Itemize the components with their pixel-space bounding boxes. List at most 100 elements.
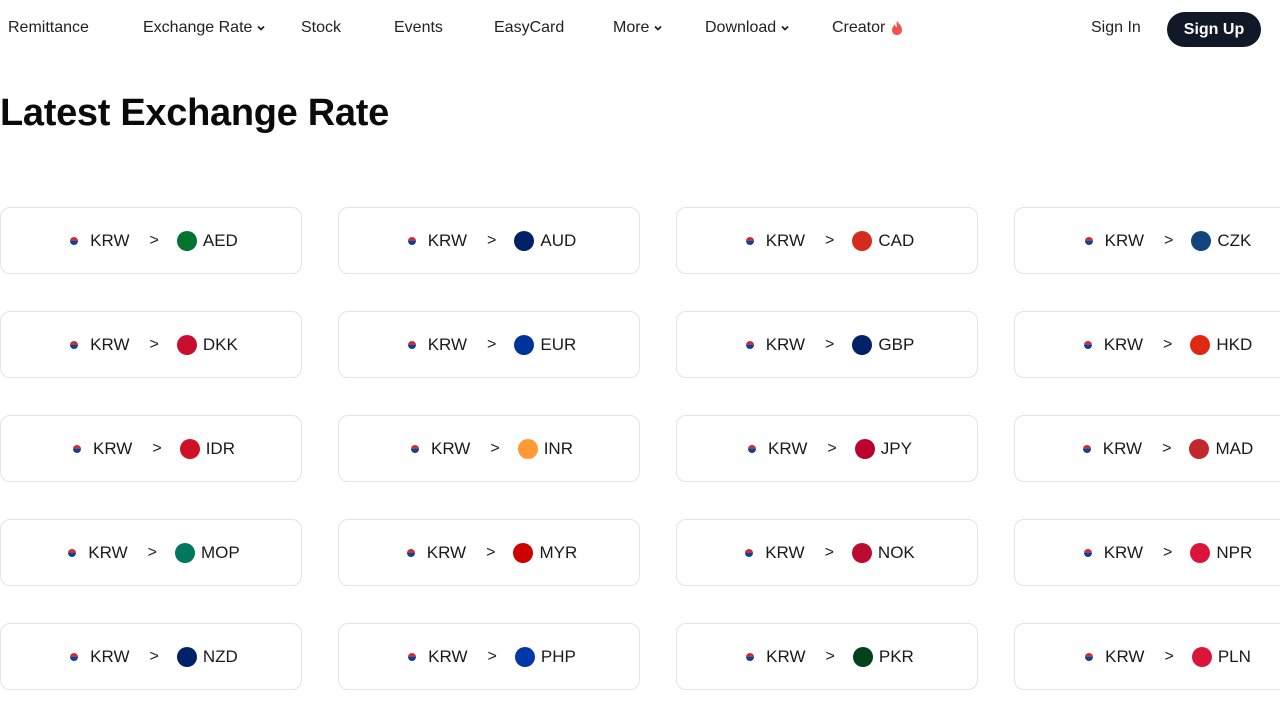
idr-flag-icon (179, 438, 200, 459)
arrow-icon: > (825, 231, 835, 249)
nav-remittance[interactable]: Remittance (8, 19, 89, 37)
currency-pair: KRW > NOK (739, 542, 915, 563)
currency-pair-card[interactable]: KRW > CZK (1014, 207, 1280, 274)
nav-events[interactable]: Events (394, 19, 443, 37)
nav-stock-label: Stock (301, 19, 342, 36)
target-currency-label: HKD (1216, 334, 1253, 354)
sign-up-button[interactable]: Sign Up (1167, 12, 1261, 47)
pkr-flag-icon (852, 646, 873, 667)
target-currency-label: CAD (878, 230, 915, 250)
base-currency-label: KRW (765, 334, 806, 354)
currency-pair-card[interactable]: KRW > MYR (338, 519, 640, 586)
currency-pair-card[interactable]: KRW > JPY (676, 415, 978, 482)
currency-pair: KRW > PHP (402, 646, 576, 667)
pln-flag-icon (1191, 646, 1212, 667)
nav-exchange-rate-label: Exchange Rate (143, 19, 253, 36)
mad-flag-icon (1189, 438, 1210, 459)
arrow-icon: > (149, 647, 159, 665)
base-currency-label: KRW (765, 542, 805, 562)
korea-flag-icon (400, 542, 421, 563)
korea-flag-icon (742, 438, 763, 459)
korea-flag-icon (1077, 542, 1098, 563)
korea-flag-icon (1078, 230, 1099, 251)
base-currency-label: KRW (1103, 542, 1144, 562)
arrow-icon: > (1162, 439, 1172, 457)
npr-flag-icon (1190, 542, 1211, 563)
arrow-icon: > (487, 647, 497, 665)
target-currency-label: MYR (539, 542, 578, 562)
arrow-icon: > (486, 543, 496, 561)
arrow-icon: > (147, 543, 157, 561)
currency-pair: KRW > AUD (401, 230, 576, 251)
base-currency-label: KRW (90, 334, 130, 354)
base-currency-label: KRW (428, 646, 468, 666)
nav-more[interactable]: More (613, 19, 663, 37)
arrow-icon: > (827, 439, 837, 457)
currency-pair-card[interactable]: KRW > PHP (338, 623, 640, 690)
currency-pair-card[interactable]: KRW > MOP (0, 519, 302, 586)
flame-icon (892, 21, 903, 35)
php-flag-icon (514, 646, 535, 667)
base-currency-label: KRW (1105, 646, 1145, 666)
chevron-down-icon (781, 25, 789, 31)
currency-pair-card[interactable]: KRW > PLN (1014, 623, 1280, 690)
currency-pair: KRW > AED (64, 230, 238, 251)
currency-pair-card[interactable]: KRW > HKD (1014, 311, 1280, 378)
base-currency-label: KRW (1104, 230, 1144, 250)
nok-flag-icon (851, 542, 872, 563)
arrow-icon: > (824, 543, 834, 561)
target-currency-label: JPY (880, 438, 912, 458)
currency-pair-card[interactable]: KRW > AUD (338, 207, 640, 274)
eur-flag-icon (514, 334, 535, 355)
currency-pair: KRW > DKK (64, 334, 238, 355)
currency-pair-card[interactable]: KRW > NPR (1014, 519, 1280, 586)
currency-pair-card[interactable]: KRW > NOK (676, 519, 978, 586)
base-currency-label: KRW (768, 438, 808, 458)
currency-pair-card[interactable]: KRW > PKR (676, 623, 978, 690)
nav-exchange-rate[interactable]: Exchange Rate (143, 19, 266, 37)
korea-flag-icon (64, 230, 85, 251)
base-currency-label: KRW (88, 542, 128, 562)
target-currency-label: EUR (540, 334, 577, 354)
target-currency-label: NOK (877, 542, 915, 562)
currency-pair-card[interactable]: KRW > GBP (676, 311, 978, 378)
nav-creator[interactable]: Creator (832, 19, 903, 37)
arrow-icon: > (149, 231, 159, 249)
korea-flag-icon (64, 646, 85, 667)
nav-more-label: More (613, 19, 650, 36)
currency-pair-card[interactable]: KRW > INR (338, 415, 640, 482)
arrow-icon: > (487, 335, 497, 353)
currency-pair-card[interactable]: KRW > IDR (0, 415, 302, 482)
nav-stock[interactable]: Stock (301, 19, 341, 37)
nav-easycard[interactable]: EasyCard (494, 19, 564, 37)
target-currency-label: MOP (200, 542, 240, 562)
arrow-icon: > (1163, 335, 1173, 353)
korea-flag-icon (402, 646, 423, 667)
korea-flag-icon (401, 334, 422, 355)
currency-pair-card[interactable]: KRW > DKK (0, 311, 302, 378)
target-currency-label: CZK (1217, 230, 1252, 250)
base-currency-label: KRW (93, 438, 133, 458)
arrow-icon: > (152, 439, 162, 457)
nav-download-label: Download (705, 19, 777, 36)
currency-pair: KRW > PLN (1079, 646, 1251, 667)
currency-pair: KRW > MOP (62, 542, 240, 563)
currency-pair-card[interactable]: KRW > AED (0, 207, 302, 274)
korea-flag-icon (405, 438, 425, 459)
currency-pair-card[interactable]: KRW > MAD (1014, 415, 1280, 482)
nav-remittance-label: Remittance (8, 19, 89, 36)
target-currency-label: PHP (540, 646, 576, 666)
currency-pair-card[interactable]: KRW > EUR (338, 311, 640, 378)
arrow-icon: > (1164, 647, 1174, 665)
target-currency-label: INR (543, 438, 573, 458)
currency-pair-card[interactable]: KRW > CAD (676, 207, 978, 274)
currency-pair: KRW > HKD (1077, 334, 1253, 355)
currency-pair: KRW > INR (405, 438, 573, 459)
page-title: Latest Exchange Rate (0, 92, 389, 134)
korea-flag-icon (401, 230, 422, 251)
korea-flag-icon (740, 646, 761, 667)
sign-in-link[interactable]: Sign In (1091, 19, 1141, 37)
currency-pair-card[interactable]: KRW > NZD (0, 623, 302, 690)
nav-download[interactable]: Download (705, 19, 790, 37)
base-currency-label: KRW (1103, 334, 1144, 354)
